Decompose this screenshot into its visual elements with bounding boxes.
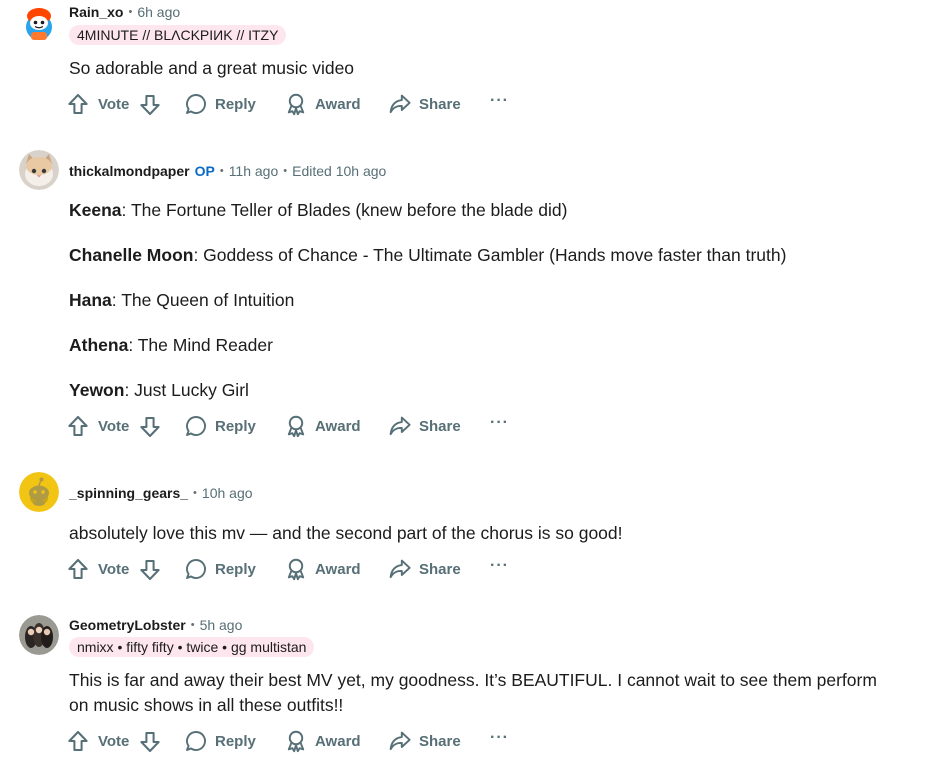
share-button[interactable]: Share [388, 557, 461, 581]
separator-dot: • [193, 487, 197, 499]
upvote-icon[interactable] [66, 729, 90, 753]
reply-label: Reply [215, 95, 256, 113]
comment-line: Athena: The Mind Reader [69, 333, 273, 358]
upvote-icon[interactable] [66, 414, 90, 438]
comment-meta: thickalmondpaper OP • 11h ago • Edited 1… [69, 163, 386, 179]
award-icon [284, 92, 308, 116]
award-button[interactable]: Award [284, 92, 361, 116]
vote-label: Vote [98, 561, 130, 578]
user-flair: 4MINUTE // BLΛCKPIИK // ITZY [69, 25, 287, 45]
member-name: Yewon [69, 380, 125, 400]
reply-icon [184, 557, 208, 581]
comment-line: Keena: The Fortune Teller of Blades (kne… [69, 198, 567, 223]
share-icon [388, 414, 412, 438]
user-flair: nmixx • fifty fifty • twice • gg multist… [69, 637, 315, 657]
separator-dot: • [283, 165, 288, 177]
member-description: : The Mind Reader [128, 335, 273, 355]
upvote-icon[interactable] [66, 557, 90, 581]
more-options-button[interactable]: ··· [490, 92, 509, 110]
comment-line: Chanelle Moon: Goddess of Chance - The U… [69, 243, 786, 268]
member-name: Chanelle Moon [69, 245, 194, 265]
timestamp[interactable]: 6h ago [137, 4, 180, 20]
vote-label: Vote [98, 418, 130, 435]
comment-meta: Rain_xo • 6h ago [69, 4, 180, 20]
award-icon [284, 729, 308, 753]
comment-body: This is far and away their best MV yet, … [69, 668, 897, 718]
author-name[interactable]: Rain_xo [69, 4, 123, 20]
vote-label: Vote [98, 733, 130, 750]
share-label: Share [419, 417, 461, 435]
share-icon [388, 729, 412, 753]
member-description: : The Fortune Teller of Blades (knew bef… [121, 200, 568, 220]
share-icon [388, 92, 412, 116]
share-label: Share [419, 732, 461, 750]
comment-meta: _spinning_gears_ • 10h ago [69, 485, 253, 501]
user-avatar[interactable] [19, 472, 59, 512]
comment-line: Hana: The Queen of Intuition [69, 288, 294, 313]
share-button[interactable]: Share [388, 729, 461, 753]
member-description: : Goddess of Chance - The Ultimate Gambl… [193, 245, 787, 265]
reply-icon [184, 414, 208, 438]
reply-label: Reply [215, 417, 256, 435]
author-name[interactable]: thickalmondpaper [69, 163, 190, 179]
reply-icon [184, 92, 208, 116]
reply-button[interactable]: Reply [184, 557, 256, 581]
member-description: : Just Lucky Girl [124, 380, 249, 400]
share-label: Share [419, 95, 461, 113]
timestamp[interactable]: 10h ago [202, 485, 253, 501]
comment-body: So adorable and a great music video [69, 56, 897, 81]
award-button[interactable]: Award [284, 557, 361, 581]
separator-dot: • [128, 6, 133, 18]
award-label: Award [315, 560, 361, 578]
comment-text: This is far and away their best MV yet, … [69, 670, 877, 715]
member-name: Athena [69, 335, 129, 355]
share-label: Share [419, 560, 461, 578]
more-options-button[interactable]: ··· [490, 729, 509, 747]
timestamp[interactable]: 5h ago [200, 617, 243, 633]
user-avatar[interactable] [19, 615, 59, 655]
downvote-icon[interactable] [138, 558, 162, 582]
award-icon [284, 414, 308, 438]
reply-icon [184, 729, 208, 753]
share-button[interactable]: Share [388, 414, 461, 438]
timestamp[interactable]: 11h ago [229, 163, 279, 179]
author-name[interactable]: GeometryLobster [69, 617, 186, 633]
comment-text: absolutely love this mv — and the second… [69, 523, 623, 543]
reply-label: Reply [215, 560, 256, 578]
reply-button[interactable]: Reply [184, 92, 256, 116]
award-label: Award [315, 95, 361, 113]
comment-line: Yewon: Just Lucky Girl [69, 378, 249, 403]
reply-button[interactable]: Reply [184, 729, 256, 753]
award-label: Award [315, 417, 361, 435]
downvote-icon[interactable] [138, 730, 162, 754]
more-options-button[interactable]: ··· [490, 414, 509, 432]
downvote-icon[interactable] [138, 93, 162, 117]
comment-meta: GeometryLobster • 5h ago [69, 617, 242, 633]
comment-text: So adorable and a great music video [69, 58, 355, 78]
vote-label: Vote [98, 96, 130, 113]
separator-dot: • [219, 165, 224, 177]
more-options-button[interactable]: ··· [490, 557, 509, 575]
edited-label: Edited 10h ago [292, 163, 387, 179]
separator-dot: • [190, 619, 195, 631]
comment-body: absolutely love this mv — and the second… [69, 521, 897, 546]
reply-label: Reply [215, 732, 256, 750]
member-description: : The Queen of Intuition [111, 290, 295, 310]
award-button[interactable]: Award [284, 729, 361, 753]
share-button[interactable]: Share [388, 92, 461, 116]
user-avatar[interactable] [19, 150, 59, 190]
op-badge: OP [194, 163, 215, 179]
award-icon [284, 557, 308, 581]
member-name: Hana [69, 290, 112, 310]
reply-button[interactable]: Reply [184, 414, 256, 438]
member-name: Keena [69, 200, 122, 220]
share-icon [388, 557, 412, 581]
author-name[interactable]: _spinning_gears_ [69, 485, 188, 501]
award-button[interactable]: Award [284, 414, 361, 438]
upvote-icon[interactable] [66, 92, 90, 116]
user-avatar[interactable] [19, 3, 59, 43]
award-label: Award [315, 732, 361, 750]
downvote-icon[interactable] [138, 415, 162, 439]
